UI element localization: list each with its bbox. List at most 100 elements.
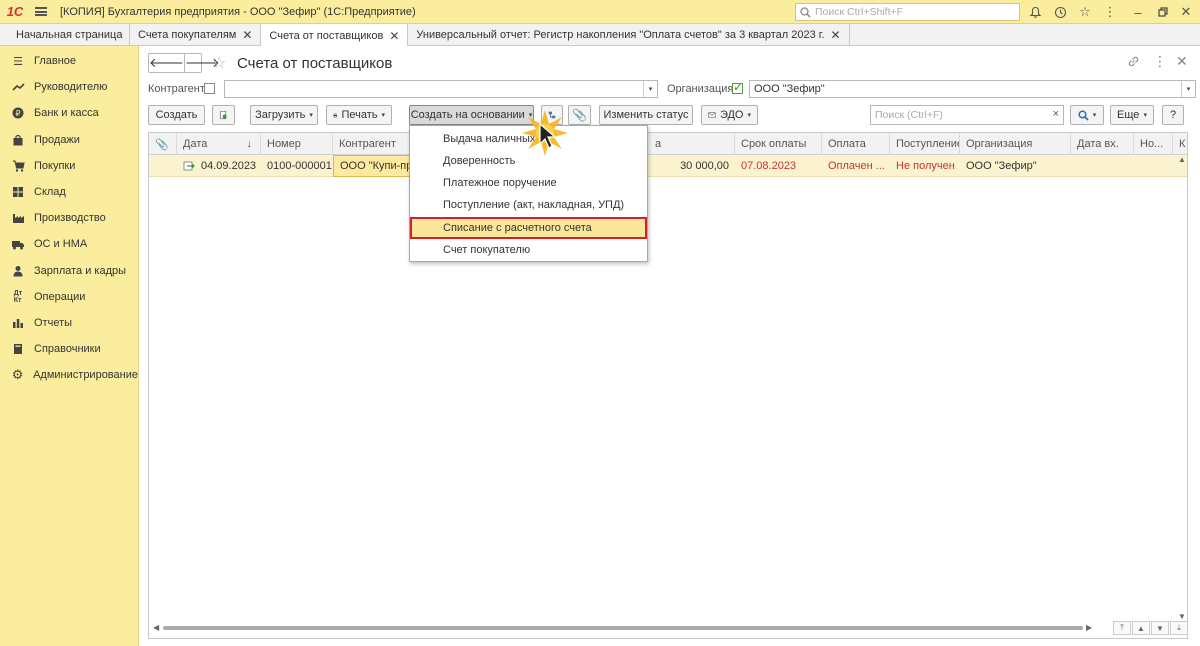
history-icon[interactable] [1052, 4, 1068, 20]
vertical-scrollbar[interactable]: ▲ ▼ [1177, 155, 1187, 621]
column-header-counterparty[interactable]: Контрагент [333, 133, 411, 155]
sidebar-item-main[interactable]: ☰ Главное [0, 48, 138, 74]
sidebar-item-bank[interactable]: ₽ Банк и касса [0, 100, 138, 126]
more-icon[interactable]: ⋮ [1153, 53, 1167, 70]
global-search-input[interactable]: Поиск Ctrl+Shift+F [795, 3, 1020, 21]
sidebar-item-sales[interactable]: Продажи [0, 127, 138, 153]
table-row[interactable]: 04.09.2023 0100-000001 ООО "Купи-прод 30… [149, 155, 1187, 177]
printer-icon [333, 113, 338, 117]
restore-icon[interactable] [1155, 4, 1171, 20]
menu-item-bank-debit[interactable]: Списание с расчетного счета [410, 217, 647, 239]
sidebar-item-admin[interactable]: ⚙ Администрирование [0, 362, 138, 388]
tab-supplier-invoices[interactable]: Счета от поставщиков ✕ [261, 24, 409, 47]
sidebar-item-catalogs[interactable]: Справочники [0, 336, 138, 362]
chevron-down-icon[interactable]: ▾ [643, 81, 657, 97]
create-button[interactable]: Создать [148, 105, 205, 125]
counterparty-field[interactable]: ▾ [224, 80, 658, 98]
column-header-date[interactable]: Дата ↓ [177, 133, 261, 155]
column-header-due-date[interactable]: Срок оплаты [735, 133, 822, 155]
more-button[interactable]: Еще ▾ [1110, 105, 1154, 125]
tab-close-icon[interactable]: ✕ [389, 29, 399, 43]
last-page-icon[interactable]: ⤓ [1170, 621, 1188, 635]
refresh-button[interactable] [212, 105, 235, 125]
attach-button[interactable]: 📎 [568, 105, 591, 125]
tab-universal-report[interactable]: Универсальный отчет: Регистр накопления … [408, 24, 850, 46]
org-label: Организация: [667, 83, 737, 95]
column-label: Дата [183, 138, 208, 150]
sidebar-item-purchases[interactable]: Покупки [0, 153, 138, 179]
settings-icon[interactable]: ⋮ [1102, 4, 1118, 20]
sidebar-item-label: Отчеты [34, 316, 73, 329]
column-header-incoming-number[interactable]: Но... [1134, 133, 1173, 155]
clear-search-icon[interactable]: × [1053, 108, 1059, 120]
column-header-organization[interactable]: Организация [960, 133, 1071, 155]
scroll-down-icon[interactable]: ▼ [1178, 612, 1186, 621]
tab-close-icon[interactable]: ✕ [242, 28, 252, 42]
sidebar-item-label: ОС и НМА [34, 238, 88, 251]
edo-button[interactable]: ЭДО ▾ [701, 105, 758, 125]
link-icon[interactable] [1127, 55, 1140, 71]
sidebar-item-payroll[interactable]: Зарплата и кадры [0, 258, 138, 284]
scroll-up-icon[interactable]: ▲ [1178, 155, 1186, 164]
sidebar-item-manager[interactable]: Руководителю [0, 74, 138, 100]
scroll-left-icon[interactable]: ◀ [153, 623, 159, 632]
first-page-icon[interactable]: ⤒ [1113, 621, 1131, 635]
sidebar-item-label: Склад [34, 186, 66, 199]
chevron-down-icon[interactable]: ▾ [1181, 81, 1195, 97]
column-header-extra[interactable]: К [1173, 133, 1187, 155]
column-header-receipt[interactable]: Поступление [890, 133, 960, 155]
back-arrow-icon[interactable]: 🡐 [149, 54, 185, 72]
sidebar-item-production[interactable]: Производство [0, 205, 138, 231]
favorites-icon[interactable]: ☆ [1077, 4, 1093, 20]
sidebar-item-warehouse[interactable]: Склад [0, 179, 138, 205]
next-page-icon[interactable]: ▼ [1151, 621, 1169, 635]
favorite-star-icon[interactable]: ☆ [212, 53, 226, 73]
menu-item-payment-order[interactable]: Платежное поручение [410, 172, 647, 194]
chevron-down-icon: ▾ [1092, 112, 1097, 119]
column-header-amount[interactable]: а [649, 133, 735, 155]
horizontal-scrollbar[interactable]: ◀ ▶ [153, 623, 1093, 633]
list-search-input[interactable]: Поиск (Ctrl+F) × [870, 105, 1064, 125]
sidebar-item-label: Продажи [34, 133, 80, 146]
tab-customer-invoices[interactable]: Счета покупателям ✕ [130, 24, 262, 46]
sidebar-item-assets[interactable]: ОС и НМА [0, 231, 138, 257]
print-label: Печать [341, 109, 378, 121]
minimize-icon[interactable]: – [1130, 4, 1146, 20]
scroll-right-icon[interactable]: ▶ [1086, 623, 1092, 632]
attachment-column-icon[interactable]: 📎 [149, 133, 177, 155]
cell-counterparty[interactable]: ООО "Купи-прод [333, 155, 411, 177]
menu-item-customer-invoice[interactable]: Счет покупателю [410, 239, 647, 261]
load-label: Загрузить [255, 109, 306, 121]
org-checkbox[interactable] [732, 80, 743, 94]
column-header-incoming-date[interactable]: Дата вх. [1071, 133, 1134, 155]
column-header-payment[interactable]: Оплата [822, 133, 890, 155]
search-options-button[interactable]: ▾ [1070, 105, 1104, 125]
warehouse-icon [10, 185, 26, 199]
sidebar-item-operations[interactable]: Дт Кт Операции [0, 284, 138, 310]
print-button[interactable]: Печать ▾ [326, 105, 392, 125]
form-close-icon[interactable]: ✕ [1176, 53, 1188, 70]
prev-page-icon[interactable]: ▲ [1132, 621, 1150, 635]
main-menu-icon[interactable] [30, 0, 52, 24]
tab-close-icon[interactable]: ✕ [831, 28, 841, 42]
cell-date: 04.09.2023 [177, 155, 261, 177]
nav-buttons: 🡐 🡒 [148, 53, 220, 73]
counterparty-checkbox[interactable] [204, 83, 215, 94]
change-status-button[interactable]: Изменить статус [599, 105, 693, 125]
bell-icon[interactable] [1027, 4, 1043, 20]
tab-home[interactable]: Начальная страница [0, 24, 130, 46]
search-icon [800, 6, 811, 18]
load-button[interactable]: Загрузить ▾ [250, 105, 318, 125]
column-header-number[interactable]: Номер [261, 133, 333, 155]
refresh-doc-icon [220, 110, 227, 120]
chevron-down-icon: ▾ [309, 112, 313, 119]
help-button[interactable]: ? [1162, 105, 1184, 125]
menu-item-receipt[interactable]: Поступление (акт, накладная, УПД) [410, 194, 647, 216]
tab-label: Начальная страница [16, 29, 123, 41]
counterparty-label: Контрагент: [148, 83, 208, 95]
window-close-icon[interactable]: ✕ [1178, 4, 1194, 20]
scrollbar-thumb[interactable] [163, 626, 1083, 630]
create-based-on-button[interactable]: Создать на основании ▾ [409, 105, 534, 125]
org-field[interactable]: ООО "Зефир" ▾ [749, 80, 1196, 98]
sidebar-item-reports[interactable]: Отчеты [0, 310, 138, 336]
